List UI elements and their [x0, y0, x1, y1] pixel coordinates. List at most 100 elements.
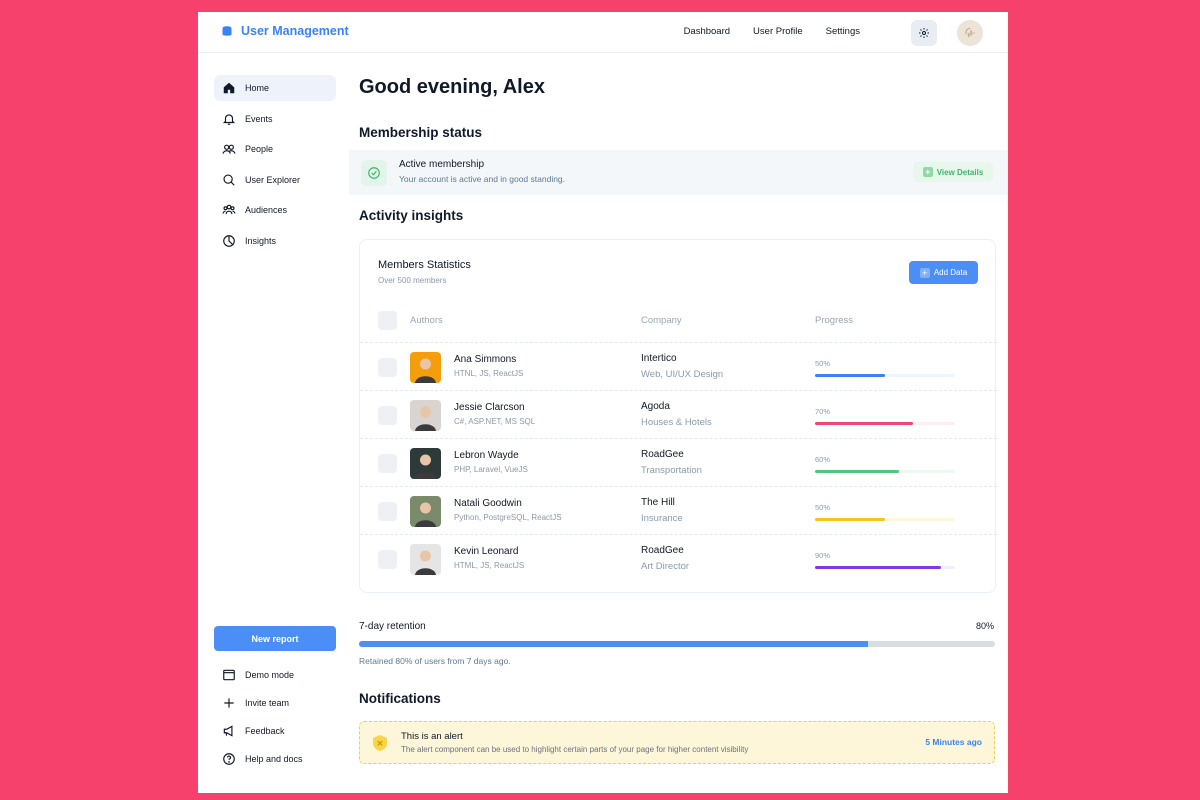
membership-status-panel: Active membership Your account is active… [349, 150, 1008, 195]
progress-bar [815, 518, 955, 521]
add-data-button[interactable]: + Add Data [909, 261, 978, 284]
sidebar-item-demo-mode[interactable]: Demo mode [214, 662, 336, 688]
author-skills: Python, PostgreSQL, ReactJS [454, 513, 562, 522]
progress-bar [815, 374, 955, 377]
sidebar-item-label: Audiences [245, 205, 288, 215]
sidebar-item-insights[interactable]: Insights [214, 228, 336, 254]
sidebar-item-label: Feedback [245, 726, 285, 736]
brand[interactable]: User Management [222, 24, 349, 38]
user-avatar[interactable] [957, 20, 983, 46]
sidebar-item-audiences[interactable]: Audiences [214, 197, 336, 223]
author-photo [410, 448, 441, 479]
sidebar-item-label: Insights [245, 235, 277, 246]
sidebar-item-user-explorer[interactable]: User Explorer [214, 167, 336, 193]
table-row[interactable]: Ana Simmons HTNL, JS, ReactJS Intertico Web… [360, 342, 997, 390]
sidebar-item-label: Events [245, 113, 273, 124]
author-photo [410, 400, 441, 431]
nav-user-profile[interactable]: User Profile [753, 26, 803, 37]
row-checkbox[interactable] [378, 358, 397, 377]
author-photo [410, 352, 441, 383]
sidebar-item-people[interactable]: People [214, 136, 336, 162]
progress-percent: 90% [815, 551, 831, 560]
card-title: Members Statistics [378, 259, 471, 271]
sidebar-item-label: Demo mode [245, 670, 295, 680]
table-row[interactable]: Natali Goodwin Python, PostgreSQL, ReactJ… [360, 486, 997, 534]
membership-heading: Membership status [359, 125, 483, 140]
table-row[interactable]: Kevin Leonard HTML, JS, ReactJS RoadGee Art… [360, 534, 997, 582]
sidebar-item-label: Invite team [245, 698, 290, 708]
sidebar-item-home[interactable]: Home [214, 75, 336, 101]
sidebar-bottom: Demo mode Invite team Feedback Help and … [214, 662, 336, 774]
author-name: Jessie Clarcson [454, 402, 525, 413]
table-row[interactable]: Lebron Wayde PHP, Laravel, VueJS RoadGee Tr… [360, 438, 997, 486]
row-checkbox[interactable] [378, 502, 397, 521]
sidebar-item-feedback[interactable]: Feedback [214, 718, 336, 744]
status-check [361, 160, 387, 186]
progress-bar [815, 422, 955, 425]
add-data-label: Add Data [933, 268, 968, 277]
bell-icon [222, 113, 236, 125]
alert-subtitle: The alert component can be used to highl… [401, 745, 749, 754]
sidebar-item-help-and-docs[interactable]: Help and docs [214, 746, 336, 772]
company-name: Agoda [641, 401, 670, 412]
settings-button[interactable] [911, 20, 937, 46]
select-all-checkbox[interactable] [378, 311, 397, 330]
retention-progress-bar [359, 641, 995, 647]
database-icon [222, 25, 232, 36]
progress-fill [815, 422, 913, 425]
plus-icon: + [919, 267, 930, 278]
column-header-company: Company [641, 315, 682, 326]
new-report-button[interactable]: New report [214, 626, 336, 651]
activity-heading: Activity insights [359, 208, 464, 223]
row-checkbox[interactable] [378, 550, 397, 569]
author-name: Lebron Wayde [454, 450, 519, 461]
gear-icon [919, 28, 929, 38]
view-details-label: View Details [936, 167, 984, 177]
search-icon [223, 173, 235, 186]
pie-chart-icon [223, 234, 235, 247]
sidebar: Home Events People User Explorer Audienc… [214, 75, 336, 258]
notifications-heading: Notifications [359, 691, 441, 706]
table-row[interactable]: Jessie Clarcson C#, ASP.NET, MS SQL Agoda H… [360, 390, 997, 438]
company-detail: Web, UI/UX Design [641, 369, 724, 380]
alert-time: 5 Minutes ago [925, 737, 982, 747]
company-name: Intertico [641, 353, 677, 364]
author-skills: HTNL, JS, ReactJS [454, 369, 524, 378]
author-skills: C#, ASP.NET, MS SQL [454, 417, 536, 426]
sidebar-item-events[interactable]: Events [214, 106, 336, 132]
view-details-button[interactable]: + View Details [913, 162, 993, 182]
person-silhouette-icon [410, 352, 441, 383]
home-icon [223, 82, 235, 94]
column-header-progress: Progress [815, 315, 854, 326]
top-header: User Management Dashboard User Profile S… [198, 12, 1008, 53]
nav-dashboard[interactable]: Dashboard [684, 26, 730, 37]
row-checkbox[interactable] [378, 406, 397, 425]
person-silhouette-icon [410, 544, 441, 575]
author-skills: HTML, JS, ReactJS [454, 561, 525, 570]
person-silhouette-icon [410, 448, 441, 479]
company-detail: Insurance [641, 513, 683, 524]
company-name: RoadGee [641, 545, 684, 556]
progress-fill [815, 518, 885, 521]
nav-settings[interactable]: Settings [826, 26, 860, 37]
plus-icon: + [922, 167, 933, 177]
card-subtitle: Over 500 members [378, 276, 447, 285]
sidebar-item-label: People [245, 144, 274, 154]
company-detail: Houses & Hotels [641, 417, 712, 428]
progress-bar [815, 566, 955, 569]
company-name: The Hill [641, 497, 675, 508]
fingerprint-icon [965, 27, 975, 38]
row-checkbox[interactable] [378, 454, 397, 473]
people-icon [222, 144, 236, 154]
progress-percent: 60% [815, 455, 831, 464]
author-name: Natali Goodwin [454, 498, 522, 509]
sidebar-item-invite-team[interactable]: Invite team [214, 690, 336, 716]
app-window: User Management Dashboard User Profile S… [198, 12, 1008, 793]
author-name: Ana Simmons [454, 354, 517, 365]
members-statistics-card: Members Statistics Over 500 members + Ad… [359, 239, 997, 593]
author-photo [410, 496, 441, 527]
membership-subtitle: Your account is active and in good stand… [399, 174, 566, 184]
retention-subtitle: Retained 80% of users from 7 days ago. [359, 656, 511, 666]
alert-title: This is an alert [401, 731, 463, 742]
author-name: Kevin Leonard [454, 546, 519, 557]
